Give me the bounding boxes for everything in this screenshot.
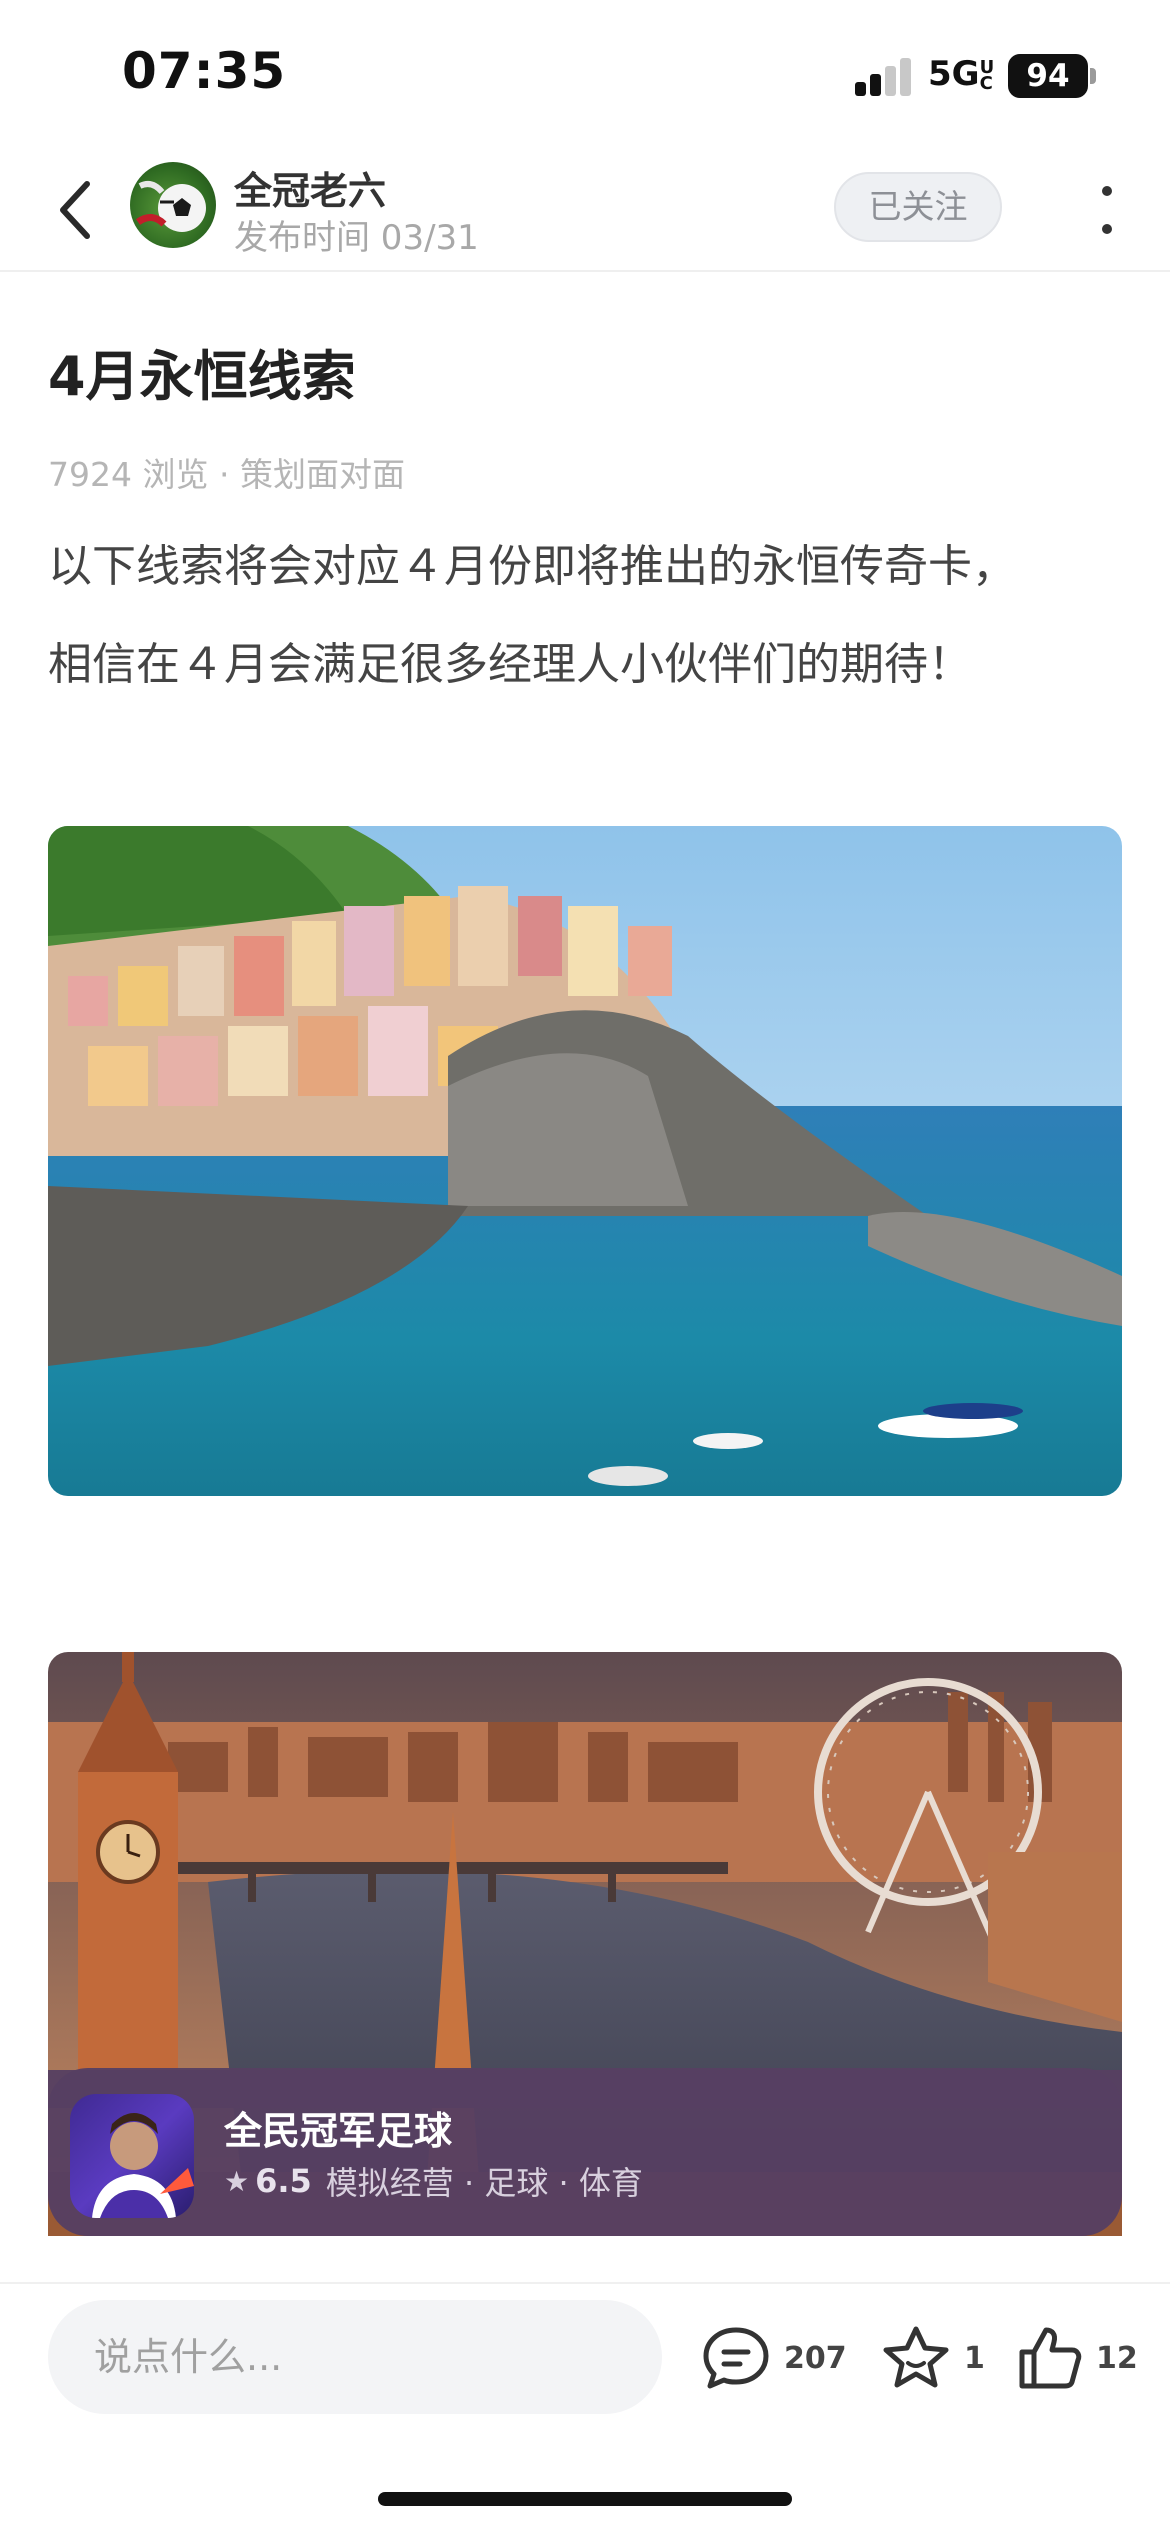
- comment-input[interactable]: [48, 2300, 662, 2414]
- game-card[interactable]: 全民冠军足球 ★ 6.5 模拟经营 · 足球 · 体育: [48, 2068, 1122, 2236]
- star-icon: ★: [224, 2164, 250, 2198]
- battery-tip: [1090, 68, 1096, 84]
- article-meta: 7924 浏览 · 策划面对面: [48, 455, 405, 494]
- back-arrow-icon: [60, 181, 90, 239]
- paragraph-line: 以下线索将会对应４月份即将推出的永恒传奇卡，: [48, 541, 1016, 592]
- home-indicator[interactable]: [378, 2492, 792, 2506]
- game-icon: [70, 2094, 194, 2218]
- star-outline-icon: [883, 2326, 949, 2388]
- publish-time: 发布时间 03/31: [234, 218, 479, 258]
- network-indicator: 5GUC: [928, 54, 996, 94]
- network-type: 5G: [928, 54, 980, 94]
- post-header: 全冠老六 发布时间 03/31 已关注: [0, 150, 1170, 272]
- game-name: 全民冠军足球: [224, 2109, 453, 2153]
- like-button[interactable]: 12: [1016, 2320, 1138, 2396]
- article-body: 以下线索将会对应４月份即将推出的永恒传奇卡， 相信在４月会满足很多经理人小伙伴们…: [48, 518, 1128, 714]
- more-button[interactable]: [1088, 180, 1128, 240]
- battery-level: 94: [1026, 58, 1070, 94]
- favorite-count: 1: [964, 2340, 985, 2376]
- favorite-button[interactable]: 1: [880, 2320, 985, 2396]
- paragraph-line: 相信在４月会满足很多经理人小伙伴们的期待！: [48, 639, 972, 690]
- avatar[interactable]: [130, 162, 216, 248]
- comment-button[interactable]: 207: [700, 2320, 847, 2396]
- game-meta: ★ 6.5 模拟经营 · 足球 · 体育: [224, 2158, 643, 2204]
- soccer-ball-icon: [135, 181, 206, 232]
- like-count: 12: [1096, 2340, 1138, 2376]
- status-bar: 07:35 5GUC 94: [0, 0, 1170, 150]
- comment-icon: [703, 2327, 769, 2389]
- game-rating: 6.5: [255, 2162, 312, 2200]
- follow-button[interactable]: 已关注: [834, 172, 1002, 242]
- article-title: 4月永恒线索: [48, 345, 356, 408]
- battery-icon: 94: [1008, 54, 1088, 98]
- status-time: 07:35: [122, 42, 287, 100]
- back-button[interactable]: [40, 170, 110, 250]
- game-tags: 模拟经营 · 足球 · 体育: [325, 2164, 643, 2202]
- network-suffix: UC: [979, 56, 995, 94]
- author-name[interactable]: 全冠老六: [234, 160, 386, 215]
- thumbs-up-icon: [1019, 2327, 1082, 2389]
- signal-icon: [855, 58, 913, 96]
- comment-count: 207: [784, 2340, 847, 2376]
- article-image-coastal-village[interactable]: [48, 826, 1122, 1496]
